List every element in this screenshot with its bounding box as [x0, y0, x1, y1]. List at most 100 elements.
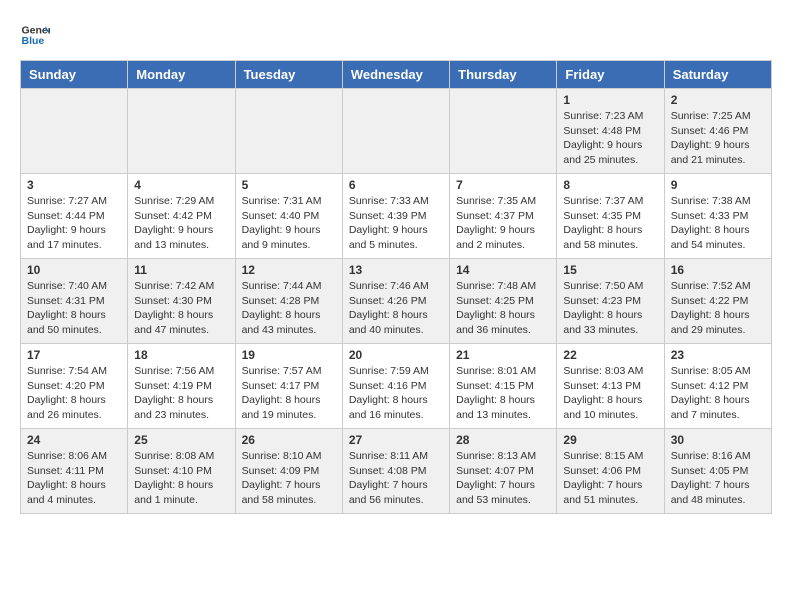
day-info: Sunrise: 8:10 AM Sunset: 4:09 PM Dayligh…: [242, 449, 336, 508]
calendar-cell: 29 Sunrise: 8:15 AM Sunset: 4:06 PM Dayli…: [557, 429, 664, 514]
column-header-saturday: Saturday: [664, 61, 771, 89]
calendar-cell: 16 Sunrise: 7:52 AM Sunset: 4:22 PM Dayli…: [664, 259, 771, 344]
day-number: 3: [27, 178, 121, 192]
day-info: Sunrise: 8:01 AM Sunset: 4:15 PM Dayligh…: [456, 364, 550, 423]
column-header-thursday: Thursday: [450, 61, 557, 89]
calendar-table: SundayMondayTuesdayWednesdayThursdayFrid…: [20, 60, 772, 514]
day-number: 10: [27, 263, 121, 277]
day-number: 25: [134, 433, 228, 447]
day-info: Sunrise: 7:37 AM Sunset: 4:35 PM Dayligh…: [563, 194, 657, 253]
calendar-cell: 27Sunrise: 8:11 AM Sunset: 4:08 PM Dayli…: [342, 429, 449, 514]
day-info: Sunrise: 7:48 AM Sunset: 4:25 PM Dayligh…: [456, 279, 550, 338]
logo-icon: General Blue: [20, 20, 50, 50]
day-number: 9: [671, 178, 765, 192]
calendar-cell: 24 Sunrise: 8:06 AM Sunset: 4:11 PM Dayli…: [21, 429, 128, 514]
calendar-body: 1Sunrise: 7:23 AM Sunset: 4:48 PM Daylig…: [21, 89, 772, 514]
day-number: 5: [242, 178, 336, 192]
calendar-cell: [342, 89, 449, 174]
day-number: 24: [27, 433, 121, 447]
day-number: 8: [563, 178, 657, 192]
calendar-cell: [235, 89, 342, 174]
calendar-cell: 30 Sunrise: 8:16 AM Sunset: 4:05 PM Dayli…: [664, 429, 771, 514]
day-number: 6: [349, 178, 443, 192]
day-number: 23: [671, 348, 765, 362]
day-number: 12: [242, 263, 336, 277]
day-info: Sunrise: 7:44 AM Sunset: 4:28 PM Dayligh…: [242, 279, 336, 338]
day-info: Sunrise: 7:57 AM Sunset: 4:17 PM Dayligh…: [242, 364, 336, 423]
day-number: 2: [671, 93, 765, 107]
column-header-monday: Monday: [128, 61, 235, 89]
day-info: Sunrise: 8:15 AM Sunset: 4:06 PM Dayligh…: [563, 449, 657, 508]
day-info: Sunrise: 8:06 AM Sunset: 4:11 PM Dayligh…: [27, 449, 121, 508]
calendar-cell: 11 Sunrise: 7:42 AM Sunset: 4:30 PM Dayli…: [128, 259, 235, 344]
calendar-week-1: 1Sunrise: 7:23 AM Sunset: 4:48 PM Daylig…: [21, 89, 772, 174]
day-number: 14: [456, 263, 550, 277]
day-info: Sunrise: 7:59 AM Sunset: 4:16 PM Dayligh…: [349, 364, 443, 423]
calendar-cell: 15 Sunrise: 7:50 AM Sunset: 4:23 PM Dayli…: [557, 259, 664, 344]
day-number: 20: [349, 348, 443, 362]
calendar-cell: 19 Sunrise: 7:57 AM Sunset: 4:17 PM Dayli…: [235, 344, 342, 429]
calendar-cell: 20 Sunrise: 7:59 AM Sunset: 4:16 PM Dayli…: [342, 344, 449, 429]
day-number: 16: [671, 263, 765, 277]
day-number: 29: [563, 433, 657, 447]
calendar-cell: [21, 89, 128, 174]
calendar-cell: 9 Sunrise: 7:38 AM Sunset: 4:33 PM Daylig…: [664, 174, 771, 259]
calendar-cell: 10Sunrise: 7:40 AM Sunset: 4:31 PM Dayli…: [21, 259, 128, 344]
calendar-week-3: 10Sunrise: 7:40 AM Sunset: 4:31 PM Dayli…: [21, 259, 772, 344]
day-info: Sunrise: 7:46 AM Sunset: 4:26 PM Dayligh…: [349, 279, 443, 338]
calendar-cell: 26 Sunrise: 8:10 AM Sunset: 4:09 PM Dayli…: [235, 429, 342, 514]
day-info: Sunrise: 7:38 AM Sunset: 4:33 PM Dayligh…: [671, 194, 765, 253]
calendar-cell: 18 Sunrise: 7:56 AM Sunset: 4:19 PM Dayli…: [128, 344, 235, 429]
day-info: Sunrise: 7:42 AM Sunset: 4:30 PM Dayligh…: [134, 279, 228, 338]
calendar-cell: 8 Sunrise: 7:37 AM Sunset: 4:35 PM Daylig…: [557, 174, 664, 259]
day-info: Sunrise: 7:35 AM Sunset: 4:37 PM Dayligh…: [456, 194, 550, 253]
day-number: 19: [242, 348, 336, 362]
day-number: 21: [456, 348, 550, 362]
day-info: Sunrise: 8:16 AM Sunset: 4:05 PM Dayligh…: [671, 449, 765, 508]
calendar-cell: 7 Sunrise: 7:35 AM Sunset: 4:37 PM Daylig…: [450, 174, 557, 259]
day-info: Sunrise: 7:23 AM Sunset: 4:48 PM Dayligh…: [563, 109, 657, 168]
calendar-cell: 22 Sunrise: 8:03 AM Sunset: 4:13 PM Dayli…: [557, 344, 664, 429]
calendar-cell: 2Sunrise: 7:25 AM Sunset: 4:46 PM Daylig…: [664, 89, 771, 174]
column-header-friday: Friday: [557, 61, 664, 89]
calendar-cell: 12 Sunrise: 7:44 AM Sunset: 4:28 PM Dayli…: [235, 259, 342, 344]
day-info: Sunrise: 7:27 AM Sunset: 4:44 PM Dayligh…: [27, 194, 121, 253]
calendar-cell: 28 Sunrise: 8:13 AM Sunset: 4:07 PM Dayli…: [450, 429, 557, 514]
calendar-cell: 3 Sunrise: 7:27 AM Sunset: 4:44 PM Daylig…: [21, 174, 128, 259]
calendar-cell: 6 Sunrise: 7:33 AM Sunset: 4:39 PM Daylig…: [342, 174, 449, 259]
day-number: 28: [456, 433, 550, 447]
logo: General Blue: [20, 20, 50, 50]
day-number: 7: [456, 178, 550, 192]
calendar-week-2: 3 Sunrise: 7:27 AM Sunset: 4:44 PM Daylig…: [21, 174, 772, 259]
calendar-cell: [450, 89, 557, 174]
day-info: Sunrise: 7:56 AM Sunset: 4:19 PM Dayligh…: [134, 364, 228, 423]
column-header-sunday: Sunday: [21, 61, 128, 89]
calendar-week-4: 17Sunrise: 7:54 AM Sunset: 4:20 PM Dayli…: [21, 344, 772, 429]
svg-text:Blue: Blue: [22, 35, 45, 47]
day-number: 26: [242, 433, 336, 447]
day-info: Sunrise: 7:33 AM Sunset: 4:39 PM Dayligh…: [349, 194, 443, 253]
calendar-week-5: 24 Sunrise: 8:06 AM Sunset: 4:11 PM Dayli…: [21, 429, 772, 514]
day-info: Sunrise: 8:13 AM Sunset: 4:07 PM Dayligh…: [456, 449, 550, 508]
column-header-wednesday: Wednesday: [342, 61, 449, 89]
calendar-cell: 5Sunrise: 7:31 AM Sunset: 4:40 PM Daylig…: [235, 174, 342, 259]
calendar-cell: 21 Sunrise: 8:01 AM Sunset: 4:15 PM Dayli…: [450, 344, 557, 429]
day-info: Sunrise: 8:03 AM Sunset: 4:13 PM Dayligh…: [563, 364, 657, 423]
day-number: 15: [563, 263, 657, 277]
day-number: 17: [27, 348, 121, 362]
day-number: 30: [671, 433, 765, 447]
calendar-cell: 13Sunrise: 7:46 AM Sunset: 4:26 PM Dayli…: [342, 259, 449, 344]
page-header: General Blue: [20, 20, 772, 50]
day-number: 11: [134, 263, 228, 277]
day-info: Sunrise: 7:50 AM Sunset: 4:23 PM Dayligh…: [563, 279, 657, 338]
day-info: Sunrise: 7:52 AM Sunset: 4:22 PM Dayligh…: [671, 279, 765, 338]
calendar-cell: [128, 89, 235, 174]
calendar-cell: 23Sunrise: 8:05 AM Sunset: 4:12 PM Dayli…: [664, 344, 771, 429]
day-number: 27: [349, 433, 443, 447]
calendar-cell: 14 Sunrise: 7:48 AM Sunset: 4:25 PM Dayli…: [450, 259, 557, 344]
day-number: 4: [134, 178, 228, 192]
day-number: 22: [563, 348, 657, 362]
day-number: 18: [134, 348, 228, 362]
calendar-cell: 1Sunrise: 7:23 AM Sunset: 4:48 PM Daylig…: [557, 89, 664, 174]
column-header-tuesday: Tuesday: [235, 61, 342, 89]
